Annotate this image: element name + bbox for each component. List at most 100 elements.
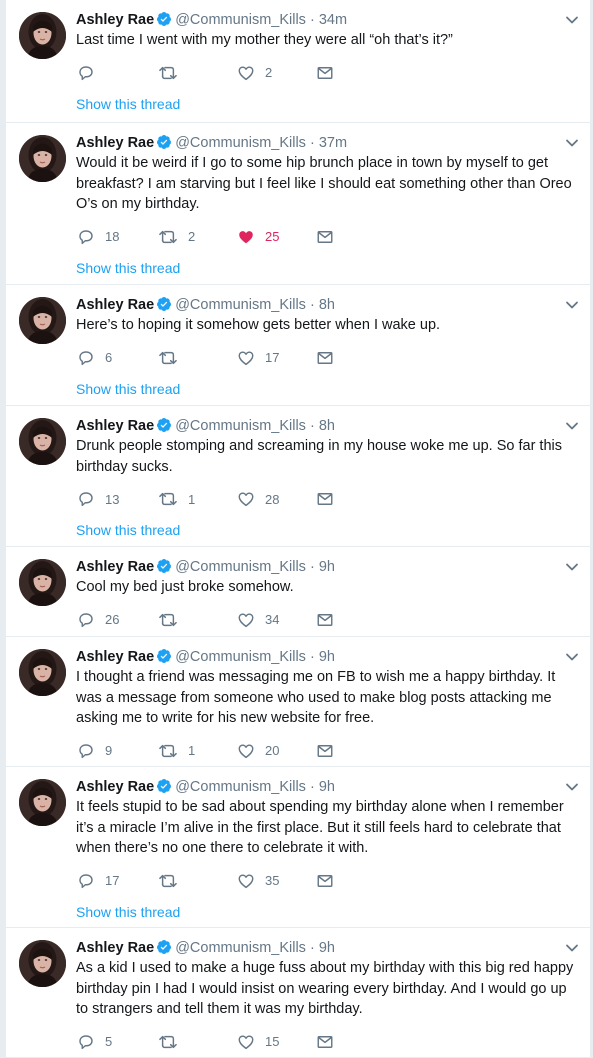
chevron-down-icon[interactable] [564, 135, 580, 151]
author-handle[interactable]: @Communism_Kills [175, 940, 306, 956]
retweet-button[interactable]: 2 [158, 226, 195, 248]
reply-count: 18 [105, 229, 120, 244]
heart-icon [237, 490, 255, 508]
retweet-button[interactable] [158, 870, 188, 892]
retweet-button[interactable] [158, 609, 188, 631]
author-name[interactable]: Ashley Rae [76, 649, 154, 665]
author-handle[interactable]: @Communism_Kills [175, 418, 306, 434]
tweet[interactable]: Ashley Rae @Communism_Kills · 9h I though… [6, 637, 590, 767]
tweet-header: Ashley Rae @Communism_Kills · 8h [76, 416, 580, 436]
show-thread-link[interactable]: Show this thread [76, 258, 580, 278]
avatar[interactable] [19, 418, 66, 465]
separator-dot: · [305, 12, 319, 28]
reply-button[interactable] [77, 62, 105, 84]
author-name[interactable]: Ashley Rae [76, 779, 154, 795]
separator-dot: · [305, 559, 319, 575]
retweet-button[interactable]: 1 [158, 740, 195, 762]
reply-button[interactable]: 13 [77, 488, 119, 510]
like-button[interactable]: 2 [237, 62, 272, 84]
tweet-timestamp[interactable]: 34m [319, 12, 347, 28]
chevron-down-icon[interactable] [564, 12, 580, 28]
avatar[interactable] [19, 559, 66, 606]
tweet-actions: 18 2 25 [76, 226, 580, 248]
reply-button[interactable]: 6 [77, 347, 112, 369]
retweet-button[interactable]: 1 [158, 488, 195, 510]
avatar[interactable] [19, 135, 66, 182]
tweet-timestamp[interactable]: 37m [319, 135, 347, 151]
heart-icon [237, 349, 255, 367]
like-button[interactable]: 25 [237, 226, 279, 248]
chevron-down-icon[interactable] [564, 297, 580, 313]
author-name[interactable]: Ashley Rae [76, 12, 154, 28]
tweet[interactable]: Ashley Rae @Communism_Kills · 34m Last ti… [6, 0, 590, 123]
author-handle[interactable]: @Communism_Kills [175, 559, 306, 575]
heart-icon [237, 228, 255, 246]
chevron-down-icon[interactable] [564, 559, 580, 575]
tweet[interactable]: Ashley Rae @Communism_Kills · 9h Cool my … [6, 547, 590, 637]
avatar[interactable] [19, 297, 66, 344]
author-handle[interactable]: @Communism_Kills [175, 649, 306, 665]
reply-button[interactable]: 5 [77, 1031, 112, 1053]
show-thread-link[interactable]: Show this thread [76, 902, 580, 922]
chevron-down-icon[interactable] [564, 940, 580, 956]
author-handle[interactable]: @Communism_Kills [175, 12, 306, 28]
reply-button[interactable]: 9 [77, 740, 112, 762]
tweet-timestamp[interactable]: 9h [319, 559, 335, 575]
tweet[interactable]: Ashley Rae @Communism_Kills · 8h Drunk pe… [6, 406, 590, 547]
tweet[interactable]: Ashley Rae @Communism_Kills · 9h It feels… [6, 767, 590, 928]
show-thread-link[interactable]: Show this thread [76, 94, 580, 114]
direct-message-button[interactable] [316, 870, 334, 892]
tweet-timestamp[interactable]: 9h [319, 779, 335, 795]
author-name[interactable]: Ashley Rae [76, 940, 154, 956]
author-name[interactable]: Ashley Rae [76, 559, 154, 575]
author-name[interactable]: Ashley Rae [76, 135, 154, 151]
like-button[interactable]: 34 [237, 609, 279, 631]
reply-button[interactable]: 17 [77, 870, 119, 892]
direct-message-button[interactable] [316, 1031, 334, 1053]
like-button[interactable]: 28 [237, 488, 279, 510]
reply-button[interactable]: 18 [77, 226, 119, 248]
like-button[interactable]: 17 [237, 347, 279, 369]
retweet-button[interactable] [158, 1031, 188, 1053]
show-thread-link[interactable]: Show this thread [76, 379, 580, 399]
envelope-icon [316, 490, 334, 508]
direct-message-button[interactable] [316, 62, 334, 84]
tweet[interactable]: Ashley Rae @Communism_Kills · 37m Would i… [6, 123, 590, 285]
like-button[interactable]: 15 [237, 1031, 279, 1053]
avatar[interactable] [19, 779, 66, 826]
direct-message-button[interactable] [316, 609, 334, 631]
author-handle[interactable]: @Communism_Kills [175, 135, 306, 151]
like-button[interactable]: 20 [237, 740, 279, 762]
reply-button[interactable]: 26 [77, 609, 119, 631]
avatar[interactable] [19, 12, 66, 59]
chevron-down-icon[interactable] [564, 418, 580, 434]
reply-count: 13 [105, 491, 120, 507]
direct-message-button[interactable] [316, 347, 334, 369]
tweet-timestamp[interactable]: 9h [319, 649, 335, 665]
author-handle[interactable]: @Communism_Kills [175, 779, 306, 795]
direct-message-button[interactable] [316, 226, 334, 248]
like-button[interactable]: 35 [237, 870, 279, 892]
retweet-button[interactable] [158, 62, 188, 84]
avatar[interactable] [19, 649, 66, 696]
chevron-down-icon[interactable] [564, 649, 580, 665]
direct-message-button[interactable] [316, 740, 334, 762]
reply-icon [77, 1033, 95, 1051]
show-thread-link[interactable]: Show this thread [76, 520, 580, 540]
author-handle[interactable]: @Communism_Kills [175, 297, 306, 313]
direct-message-button[interactable] [316, 488, 334, 510]
tweet-timestamp[interactable]: 8h [319, 297, 335, 313]
like-count: 35 [265, 873, 280, 888]
chevron-down-icon[interactable] [564, 779, 580, 795]
separator-dot: · [305, 940, 319, 956]
avatar[interactable] [19, 940, 66, 987]
tweet-timestamp[interactable]: 8h [319, 418, 335, 434]
tweet[interactable]: Ashley Rae @Communism_Kills · 8h Here’s t… [6, 285, 590, 406]
heart-icon [237, 742, 255, 760]
tweet[interactable]: Ashley Rae @Communism_Kills · 9h As a kid… [6, 928, 590, 1058]
author-name[interactable]: Ashley Rae [76, 297, 154, 313]
tweet-timestamp[interactable]: 9h [319, 940, 335, 956]
reply-count: 17 [105, 873, 120, 888]
retweet-button[interactable] [158, 347, 188, 369]
author-name[interactable]: Ashley Rae [76, 418, 154, 434]
